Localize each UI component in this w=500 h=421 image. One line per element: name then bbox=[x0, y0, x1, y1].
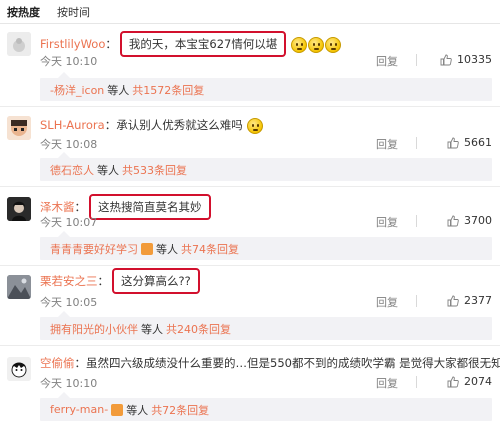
comment-line: 空偷偷：虽然四六级成绩没什么重要的…但是550都不到的成绩吹学霸 是觉得大家都很… bbox=[40, 355, 500, 371]
comment-time: 今天 10:10 bbox=[40, 377, 98, 390]
comment-line: SLH-Aurora：承认别人优秀就这么难吗 bbox=[40, 117, 264, 134]
reply-username[interactable]: 青青青要好好学习 bbox=[50, 241, 138, 257]
reply-button[interactable]: 回复 bbox=[376, 375, 398, 391]
reply-count-link[interactable]: 共240条回复 bbox=[166, 321, 231, 337]
comment-text: 承认别人优秀就这么难吗 bbox=[116, 118, 243, 132]
like-count: 10335 bbox=[457, 53, 492, 66]
reply-summary: ferry-man- 等人 共72条回复 bbox=[40, 392, 492, 421]
emoji-icon bbox=[290, 36, 307, 53]
reply-username[interactable]: 德石恋人 bbox=[50, 162, 94, 178]
like-button[interactable]: 10335 bbox=[440, 53, 492, 66]
like-count: 3700 bbox=[464, 214, 492, 227]
thumbs-up-icon bbox=[447, 376, 459, 387]
like-count: 2074 bbox=[464, 375, 492, 388]
reply-username[interactable]: 拥有阳光的小伙伴 bbox=[50, 321, 138, 337]
comment-meta: 今天 10:10 回复 2074 bbox=[40, 375, 492, 391]
like-button[interactable]: 2377 bbox=[447, 294, 492, 307]
vip-badge-icon bbox=[111, 403, 124, 416]
reply-count-link[interactable]: 共72条回复 bbox=[151, 402, 209, 418]
comment-meta: 今天 10:08 回复 5661 bbox=[40, 136, 492, 152]
thumbs-up-icon bbox=[447, 137, 459, 148]
reply-summary: -杨洋_icon 等人 共1572条回复 bbox=[40, 72, 492, 101]
reply-summary-text: 等人 bbox=[97, 163, 119, 177]
reply-summary-text: 等人 bbox=[156, 242, 178, 256]
comment-time: 今天 10:05 bbox=[40, 296, 98, 309]
reply-username[interactable]: ferry-man- bbox=[50, 403, 108, 416]
avatar[interactable] bbox=[7, 32, 31, 56]
reply-count-link[interactable]: 共1572条回复 bbox=[132, 82, 204, 98]
comment-username[interactable]: 栗若安之三 bbox=[40, 274, 98, 288]
avatar[interactable] bbox=[7, 116, 31, 140]
emoji-icon bbox=[324, 36, 341, 53]
divider bbox=[0, 106, 500, 107]
avatar[interactable] bbox=[7, 275, 31, 299]
like-count: 5661 bbox=[464, 136, 492, 149]
divider bbox=[0, 186, 500, 187]
reply-username[interactable]: -杨洋_icon bbox=[50, 82, 104, 98]
emoji-icon bbox=[247, 117, 264, 134]
reply-summary: 德石恋人 等人 共533条回复 bbox=[40, 152, 492, 181]
avatar[interactable] bbox=[7, 357, 31, 381]
tab-sort-hot[interactable]: 按热度 bbox=[7, 4, 40, 20]
reply-summary-text: 等人 bbox=[126, 403, 149, 417]
reply-count-link[interactable]: 共74条回复 bbox=[181, 241, 239, 257]
comment-time: 今天 10:07 bbox=[40, 216, 98, 229]
reply-button[interactable]: 回复 bbox=[376, 136, 398, 152]
divider bbox=[416, 295, 417, 307]
reply-summary: 拥有阳光的小伙伴 等人 共240条回复 bbox=[40, 311, 492, 340]
divider bbox=[416, 137, 417, 149]
sort-bar: 按热度 按时间 bbox=[0, 0, 500, 24]
thumbs-up-icon bbox=[447, 295, 459, 306]
comment-meta: 今天 10:07 回复 3700 bbox=[40, 214, 492, 230]
reply-button[interactable]: 回复 bbox=[376, 294, 398, 310]
comment-text: 虽然四六级成绩没什么重要的…但是550都不到的成绩吹学霸 是觉得大家都很无知么? bbox=[86, 356, 500, 370]
comment-username[interactable]: 泽木酱 bbox=[40, 200, 75, 214]
like-button[interactable]: 5661 bbox=[447, 136, 492, 149]
tab-sort-time[interactable]: 按时间 bbox=[57, 4, 90, 20]
divider bbox=[416, 376, 417, 388]
thumbs-up-icon bbox=[447, 215, 459, 226]
avatar[interactable] bbox=[7, 197, 31, 221]
emoji-icon bbox=[307, 36, 324, 53]
reply-summary-text: 等人 bbox=[141, 322, 163, 336]
vip-badge-icon bbox=[141, 242, 153, 255]
comment-time: 今天 10:10 bbox=[40, 55, 98, 68]
divider bbox=[0, 345, 500, 346]
comment-line: 栗若安之三： 这分算高么?? bbox=[40, 268, 200, 294]
like-button[interactable]: 3700 bbox=[447, 214, 492, 227]
divider bbox=[416, 215, 417, 227]
comment-text: 这分算高么?? bbox=[112, 268, 200, 294]
reply-summary-text: 等人 bbox=[107, 83, 130, 97]
comment-username[interactable]: FirstlilyWoo bbox=[40, 37, 105, 51]
reply-button[interactable]: 回复 bbox=[376, 53, 398, 69]
divider bbox=[416, 54, 417, 66]
comment-username[interactable]: 空偷偷 bbox=[40, 356, 75, 370]
comment-username[interactable]: SLH-Aurora bbox=[40, 118, 105, 132]
comment-meta: 今天 10:05 回复 2377 bbox=[40, 294, 492, 310]
divider bbox=[0, 265, 500, 266]
like-button[interactable]: 2074 bbox=[447, 375, 492, 388]
comment-time: 今天 10:08 bbox=[40, 138, 98, 151]
reply-count-link[interactable]: 共533条回复 bbox=[122, 162, 187, 178]
reply-summary: 青青青要好好学习 等人 共74条回复 bbox=[40, 231, 492, 260]
reply-button[interactable]: 回复 bbox=[376, 214, 398, 230]
thumbs-up-icon bbox=[440, 54, 452, 65]
comment-meta: 今天 10:10 回复 10335 bbox=[40, 53, 492, 69]
like-count: 2377 bbox=[464, 294, 492, 307]
